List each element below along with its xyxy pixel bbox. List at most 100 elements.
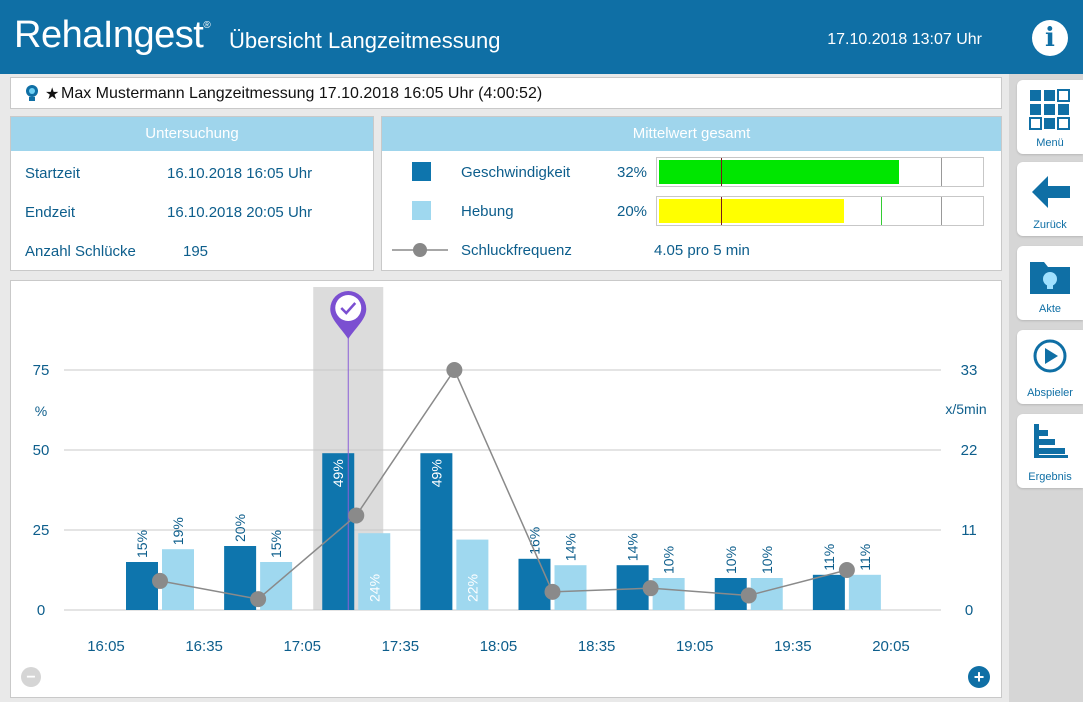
bar-lift [554,565,587,610]
left-axis-tick: 25 [33,522,50,539]
x-axis-tick: 16:35 [185,638,223,655]
x-axis-tick: 19:05 [676,638,714,655]
x-axis-tick: 20:05 [872,638,910,655]
bar-lift [652,578,685,610]
exam-panel-header: Untersuchung [11,117,373,151]
chart-area[interactable]: 0 25 50 75 0 11 22 33% x/5min 16:05 16:35 17:05 17:3… [10,280,1002,698]
sidebar-item-label: Zurück [1033,219,1067,231]
exam-panel: Untersuchung Startzeit 16.10.2018 16:05 … [10,116,374,271]
frequency-label: Schluckfrequenz [461,242,572,259]
combo-chart[interactable]: 0 25 50 75 0 11 22 33% x/5min 16:05 16:35 17:05 17:3… [11,281,1001,697]
speed-label: Geschwindigkeit [461,164,571,181]
frequency-legend-icon [392,243,448,257]
frequency-point [348,507,365,524]
data-label-speed: 11% [821,544,837,571]
sidebar-item-back[interactable]: Zurück [1017,162,1083,236]
sidebar-item-player[interactable]: Abspieler [1017,330,1083,404]
lift-bar-tick [941,197,942,225]
app-logo: RehaIngest® [14,14,211,56]
frequency-point [446,362,463,378]
lift-label: Hebung [461,203,514,220]
arrow-left-icon [1032,176,1070,208]
data-label-speed: 10% [723,546,739,574]
sidebar: Menü Zurück Akte Abspieler Ergebnis [1009,74,1083,702]
folder-icon [1030,262,1070,294]
selection-marker-inner [335,295,362,321]
bar-speed [126,562,158,610]
x-axis-tick: 17:05 [283,638,321,655]
grid-icon [1029,89,1070,130]
sidebar-item-label: Akte [1038,303,1061,315]
data-label-speed: 20% [232,514,248,542]
end-time-label: Endzeit [25,204,76,221]
sidebar-item-label: Abspieler [1027,387,1073,399]
frequency-point [642,580,659,597]
x-axis-tick: 18:05 [480,638,518,655]
start-time-value: 16.10.2018 16:05 Uhr [167,165,313,182]
right-axis-tick: 22 [961,442,978,459]
patient-bar: ★ Max Mustermann Langzeitmessung 17.10.2… [10,77,1002,109]
swallow-count-label: Anzahl Schlücke [25,243,136,260]
data-label-lift: 10% [661,546,677,574]
frequency-point [740,587,757,604]
right-axis-tick: 11 [961,522,977,539]
frequency-point [152,572,168,589]
data-label-lift: 10% [759,546,775,574]
bar-lift [848,574,881,610]
sidebar-item-label: Menü [1036,137,1064,149]
plus-icon: + [974,667,985,687]
data-label-lift: 15% [268,530,284,558]
speed-bar [656,157,984,187]
x-axis-tick: 17:35 [382,638,420,655]
frequency-point [838,562,855,578]
favorite-star-icon[interactable]: ★ [45,84,59,104]
data-label-lift: 19% [170,517,186,545]
start-time-label: Startzeit [25,165,81,182]
minus-icon: − [26,669,35,686]
data-label-lift: 14% [563,533,579,561]
play-icon [1033,339,1067,373]
lift-bar-marker [721,197,722,225]
x-axis-tick: 16:05 [87,638,125,655]
left-axis-label: % [35,403,47,419]
lift-legend-swatch [412,201,431,220]
data-label-speed: 49% [428,459,444,487]
sidebar-item-menu[interactable]: Menü [1017,80,1083,154]
lightbulb-icon [26,85,38,101]
title-bar: RehaIngest® Übersicht Langzeitmessung 17… [0,0,1083,74]
data-label-lift: 11% [857,544,873,571]
lift-bar-fill [659,199,844,223]
mean-panel-header: Mittelwert gesamt [382,117,1001,151]
patient-info: Max Mustermann Langzeitmessung 17.10.201… [61,85,543,102]
speed-bar-fill [659,160,899,184]
swallow-count-value: 195 [183,243,209,260]
lift-bar-tick-green [881,197,882,225]
data-label-lift: 24% [366,574,382,602]
speed-bar-marker [721,158,722,186]
current-datetime: 17.10.2018 13:07 Uhr [827,31,982,48]
info-button[interactable]: i [1032,20,1068,56]
frequency-point [544,583,561,600]
sidebar-item-label: Ergebnis [1028,471,1072,483]
speed-bar-tick [941,158,942,186]
speed-value: 32% [617,164,648,181]
data-label-speed: 15% [134,530,150,558]
left-axis-tick: 0 [37,602,45,619]
lift-bar [656,196,984,226]
lift-value: 20% [617,203,648,220]
sidebar-item-result[interactable]: Ergebnis [1017,414,1083,488]
bar-speed [518,558,551,610]
x-axis-tick: 19:35 [774,638,812,655]
left-axis-tick: 75 [33,362,50,379]
end-time-value: 16.10.2018 20:05 Uhr [167,204,313,221]
sidebar-item-record[interactable]: Akte [1017,246,1083,320]
bar-chart-icon [1034,424,1068,458]
right-axis-tick: 33 [961,362,978,379]
frequency-value: 4.05 pro 5 min [654,242,750,259]
left-axis-tick: 50 [33,442,50,459]
data-label-speed: 14% [625,533,641,561]
right-axis-tick: 0 [965,602,973,619]
speed-legend-swatch [412,162,431,181]
data-label-speed: 49% [330,459,346,487]
page-title: Übersicht Langzeitmessung [229,28,501,53]
